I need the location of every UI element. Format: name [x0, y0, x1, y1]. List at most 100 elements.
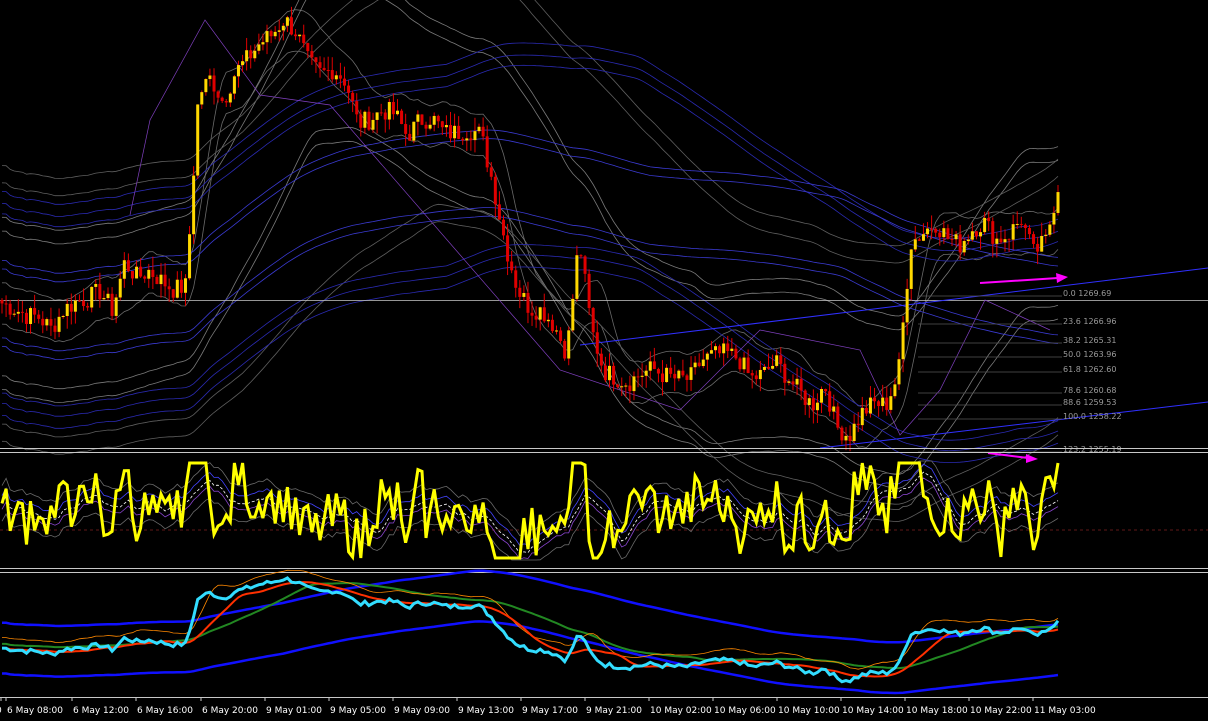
- candle-body: [94, 283, 98, 287]
- candle-body: [958, 234, 962, 253]
- fib-level-label: 78.6 1260.68: [1063, 386, 1116, 395]
- candle-body: [718, 346, 722, 354]
- candle-body: [538, 307, 542, 320]
- candle-body: [970, 231, 974, 240]
- candle-body: [37, 314, 41, 319]
- candle-body: [921, 234, 925, 241]
- candle-body: [212, 75, 216, 92]
- candle-body: [820, 389, 824, 403]
- candle-body: [1003, 239, 1007, 243]
- candle-body: [995, 238, 999, 244]
- candle-body: [98, 283, 102, 300]
- candle-body: [620, 386, 624, 388]
- candle-body: [754, 375, 758, 380]
- candle-body: [139, 266, 143, 277]
- candle-body: [595, 332, 599, 354]
- fib-level-label: 23.6 1266.96: [1063, 317, 1116, 326]
- candle-body: [648, 361, 652, 371]
- candle-body: [824, 389, 828, 392]
- candle-body: [232, 76, 236, 94]
- candle-body: [371, 119, 375, 130]
- chart-canvas[interactable]: 0.0 1269.69 23.6 1266.96 38.2 1265.31 50.0 …: [0, 0, 1208, 717]
- candle-body: [314, 57, 318, 63]
- candle-body: [559, 330, 563, 341]
- candle-body: [510, 261, 514, 271]
- candle-body: [395, 110, 399, 115]
- candle-body: [147, 269, 151, 279]
- candle-body: [506, 235, 510, 262]
- candle-body: [905, 288, 909, 323]
- candle-body: [8, 303, 12, 315]
- time-axis-label: 6 May 16:00: [137, 706, 193, 716]
- candle-body: [175, 279, 179, 298]
- candle-body: [102, 298, 106, 300]
- candle-body: [432, 115, 436, 125]
- fib-level-label: 61.8 1262.60: [1063, 365, 1116, 374]
- candle-body: [342, 78, 346, 86]
- candle-body: [542, 307, 546, 322]
- candle-body: [363, 111, 367, 128]
- candle-body: [555, 330, 559, 332]
- candle-body: [714, 346, 718, 351]
- candle-body: [391, 102, 395, 115]
- candle-body: [294, 34, 298, 37]
- candle-body: [901, 322, 905, 360]
- candle-body: [310, 51, 314, 58]
- candle-body: [1036, 243, 1040, 252]
- candle-body: [632, 376, 636, 392]
- trading-chart[interactable]: 0.0 1269.69 23.6 1266.96 38.2 1265.31 50.0 …: [0, 0, 1208, 717]
- candle-body: [143, 276, 147, 279]
- candle-body: [697, 362, 701, 367]
- candle-body: [118, 278, 122, 298]
- candle-body: [665, 367, 669, 383]
- candle-body: [289, 17, 293, 35]
- candle-body: [453, 125, 457, 139]
- candle-body: [159, 274, 163, 285]
- candle-body: [599, 353, 603, 366]
- candle-body: [90, 286, 94, 308]
- candle-body: [257, 44, 261, 51]
- candle-body: [200, 92, 204, 105]
- time-axis-label: 10 May 14:00: [842, 706, 904, 716]
- candle-body: [811, 398, 815, 411]
- candle-body: [285, 17, 289, 26]
- candle-body: [616, 384, 620, 387]
- candle-body: [685, 375, 689, 380]
- candle-body: [469, 138, 473, 141]
- candle-body: [24, 312, 28, 324]
- candle-body: [1056, 192, 1060, 213]
- candle-body: [893, 384, 897, 397]
- candle-body: [840, 427, 844, 441]
- candle-body: [465, 138, 469, 141]
- candle-body: [567, 330, 571, 359]
- candle-body: [1032, 234, 1036, 244]
- candle-body: [224, 101, 228, 103]
- candle-body: [220, 97, 224, 102]
- candle-body: [65, 303, 69, 316]
- time-axis-label: 10 May 22:00: [970, 706, 1032, 716]
- candle-body: [41, 318, 45, 326]
- candle-body: [897, 359, 901, 385]
- candle-body: [775, 355, 779, 366]
- candle-body: [322, 67, 326, 70]
- candle-body: [962, 241, 966, 253]
- candle-body: [681, 370, 685, 376]
- candle-body: [979, 232, 983, 237]
- candle-body: [16, 311, 20, 314]
- candle-body: [86, 306, 90, 308]
- candle-body: [347, 85, 351, 93]
- candle-body: [1019, 223, 1023, 225]
- candle-body: [57, 316, 61, 332]
- candle-body: [848, 435, 852, 442]
- candle-body: [110, 293, 114, 316]
- candle-body: [228, 93, 232, 103]
- candle-body: [864, 407, 868, 414]
- candle-body: [448, 125, 452, 139]
- candle-body: [245, 50, 249, 62]
- candle-body: [828, 391, 832, 412]
- candle-body: [661, 373, 665, 383]
- candle-body: [61, 315, 65, 317]
- candle-body: [367, 111, 371, 130]
- time-axis-label: 9 May 21:00: [586, 706, 642, 716]
- candle-body: [877, 401, 881, 407]
